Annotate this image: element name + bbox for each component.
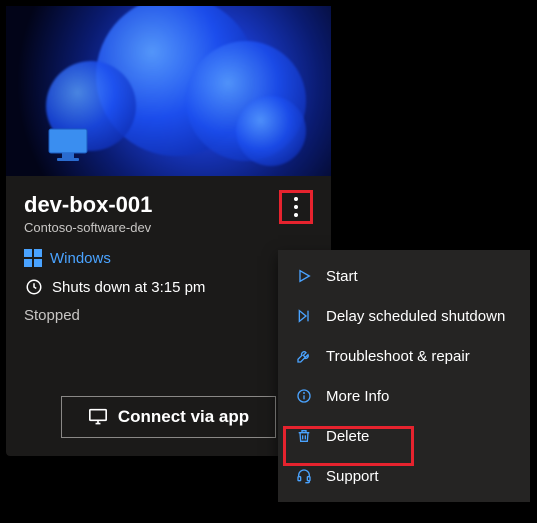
connect-via-app-button[interactable]: Connect via app (61, 396, 276, 438)
menu-label: Delay scheduled shutdown (326, 308, 505, 325)
devbox-thumbnail (6, 6, 331, 176)
menu-label: Start (326, 268, 358, 285)
menu-item-troubleshoot[interactable]: Troubleshoot & repair (278, 336, 530, 376)
status-text: Stopped (24, 307, 313, 324)
actions-menu: Start Delay scheduled shutdown Troublesh… (278, 250, 530, 502)
title-block: dev-box-001 Contoso-software-dev (24, 192, 152, 235)
os-label: Windows (50, 250, 111, 267)
headset-icon (294, 466, 314, 486)
play-icon (294, 266, 314, 286)
kebab-icon (294, 197, 298, 217)
more-actions-button[interactable] (279, 190, 313, 224)
schedule-row: Shuts down at 3:15 pm (24, 277, 313, 297)
menu-item-delay[interactable]: Delay scheduled shutdown (278, 296, 530, 336)
menu-label: More Info (326, 388, 389, 405)
menu-label: Troubleshoot & repair (326, 348, 470, 365)
windows-icon (24, 249, 42, 267)
trash-icon (294, 426, 314, 446)
menu-label: Support (326, 468, 379, 485)
skip-icon (294, 306, 314, 326)
schedule-text: Shuts down at 3:15 pm (52, 279, 205, 296)
monitor-icon (48, 128, 88, 162)
info-icon (294, 386, 314, 406)
menu-item-support[interactable]: Support (278, 456, 530, 496)
os-row[interactable]: Windows (24, 249, 313, 267)
menu-item-more-info[interactable]: More Info (278, 376, 530, 416)
menu-item-start[interactable]: Start (278, 256, 530, 296)
menu-label: Delete (326, 428, 369, 445)
devbox-name: dev-box-001 (24, 192, 152, 218)
wrench-icon (294, 346, 314, 366)
desktop-icon (88, 408, 108, 426)
clock-icon (24, 277, 44, 297)
devbox-project: Contoso-software-dev (24, 220, 152, 235)
menu-item-delete[interactable]: Delete (278, 416, 530, 456)
connect-label: Connect via app (118, 407, 249, 427)
